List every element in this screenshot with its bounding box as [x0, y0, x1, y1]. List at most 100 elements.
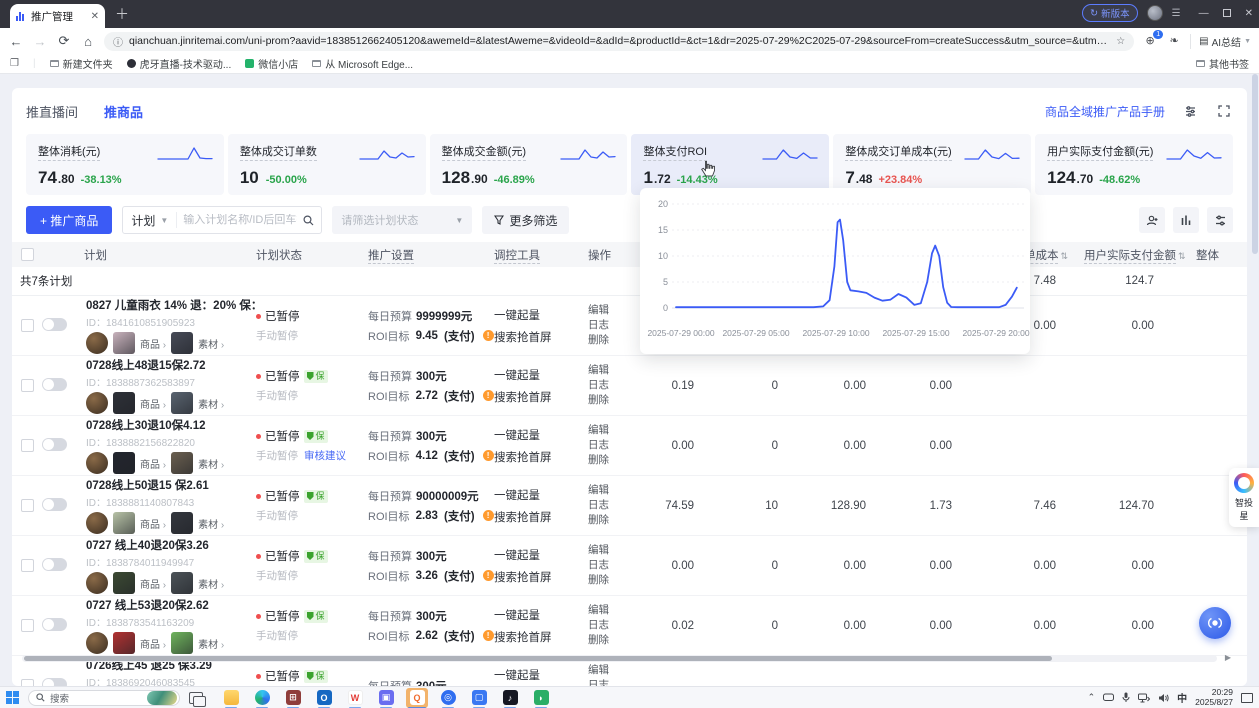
bookmark-item[interactable]: 新建文件夹 — [50, 56, 113, 71]
vscroll-thumb[interactable] — [1252, 74, 1258, 254]
forward-icon[interactable]: → — [32, 34, 48, 49]
volume-icon[interactable] — [1158, 693, 1169, 703]
warning-info-icon[interactable]: ! — [483, 570, 494, 581]
new-tab-button[interactable]: ＋ — [115, 4, 129, 24]
close-button[interactable]: ✕ — [1245, 8, 1253, 19]
manual-link[interactable]: 商品全域推广产品手册 — [1045, 103, 1165, 120]
row-checkbox[interactable] — [21, 559, 34, 572]
extension-headset-icon[interactable]: ⊕1 — [1142, 34, 1158, 48]
tab-product[interactable]: 推商品 — [104, 102, 143, 121]
taskbar-search[interactable]: 搜索 — [28, 690, 180, 706]
delete-link[interactable]: 删除 — [588, 393, 638, 408]
delete-link[interactable]: 删除 — [588, 573, 638, 588]
row-checkbox[interactable] — [21, 619, 34, 632]
site-info-icon[interactable]: ⓘ — [113, 34, 123, 49]
material-thumbnail[interactable] — [171, 572, 193, 594]
roi-target-value[interactable]: 4.12 — [416, 450, 438, 462]
row-enable-toggle[interactable] — [42, 498, 67, 511]
warning-info-icon[interactable]: ! — [483, 390, 494, 401]
search-screen-link[interactable]: 搜索抢首屏 — [494, 509, 588, 525]
url-field[interactable]: ⓘ qianchuan.jinritemai.com/uni-prom?aavi… — [104, 32, 1134, 51]
warning-info-icon[interactable]: ! — [483, 630, 494, 641]
weather-widget-image[interactable] — [147, 691, 177, 705]
search-screen-link[interactable]: 搜索抢首屏 — [494, 449, 588, 465]
col-user-paid[interactable]: 用户实际支付金额⇅ — [1084, 247, 1182, 263]
app-outlook[interactable]: O — [313, 688, 335, 708]
product-thumbnail[interactable] — [113, 392, 135, 414]
roi-target-value[interactable]: 2.83 — [416, 510, 438, 522]
daily-budget-value[interactable]: 9999999元 — [416, 308, 472, 324]
back-icon[interactable]: ← — [8, 34, 24, 49]
maximize-button[interactable] — [1223, 9, 1231, 17]
material-link[interactable]: 素材 › — [198, 636, 224, 651]
quick-boost-link[interactable]: 一键起量 — [494, 487, 588, 503]
product-thumbnail[interactable] — [113, 632, 135, 654]
other-bookmarks[interactable]: 其他书签 — [1196, 56, 1249, 71]
product-link[interactable]: 商品 › — [140, 516, 166, 531]
stat-card-user-paid[interactable]: 用户实际支付金额(元) 124.70-48.62% — [1035, 134, 1233, 195]
log-link[interactable]: 日志 — [588, 678, 638, 686]
delete-link[interactable]: 删除 — [588, 333, 638, 348]
log-link[interactable]: 日志 — [588, 438, 638, 453]
stat-card-orders[interactable]: 整体成交订单数 10-50.00% — [228, 134, 426, 195]
material-link[interactable]: 素材 › — [198, 396, 224, 411]
daily-budget-value[interactable]: 90000009元 — [416, 488, 479, 504]
taskbar-clock[interactable]: 20:29 2025/8/27 — [1195, 688, 1233, 707]
row-enable-toggle[interactable] — [42, 378, 67, 391]
row-checkbox[interactable] — [21, 679, 34, 686]
roi-target-value[interactable]: 3.26 — [416, 570, 438, 582]
horizontal-scrollbar[interactable]: ▶ — [22, 655, 1217, 662]
product-link[interactable]: 商品 › — [140, 396, 166, 411]
assistant-widget[interactable]: 智投星 — [1229, 468, 1259, 527]
minimize-button[interactable]: — — [1199, 8, 1209, 19]
search-type-select[interactable]: 计划▼ — [123, 212, 177, 228]
quick-boost-link[interactable]: 一键起量 — [494, 427, 588, 443]
product-thumbnail[interactable] — [113, 452, 135, 474]
roi-target-value[interactable]: 2.62 — [416, 630, 438, 642]
material-thumbnail[interactable] — [171, 452, 193, 474]
extension-bird-icon[interactable]: ❧ — [1166, 34, 1182, 48]
daily-budget-value[interactable]: 300元 — [416, 608, 447, 624]
quick-boost-link[interactable]: 一键起量 — [494, 547, 588, 563]
column-settings-icon[interactable] — [1207, 207, 1233, 233]
warning-info-icon[interactable]: ! — [483, 450, 494, 461]
promote-product-button[interactable]: + 推广商品 — [26, 206, 112, 234]
search-screen-link[interactable]: 搜索抢首屏 — [494, 629, 588, 645]
quick-boost-link[interactable]: 一键起量 — [494, 667, 588, 683]
microphone-icon[interactable] — [1122, 692, 1130, 703]
browser-menu-icon[interactable]: ☰ — [1172, 8, 1182, 19]
plan-title[interactable]: 0727 线上53退20保2.62 — [86, 597, 256, 613]
home-icon[interactable]: ⌂ — [80, 34, 96, 49]
custom-audience-icon[interactable] — [1139, 207, 1165, 233]
delete-link[interactable]: 删除 — [588, 453, 638, 468]
app-file-explorer[interactable] — [220, 688, 242, 708]
chart-columns-icon[interactable] — [1173, 207, 1199, 233]
touchpad-icon[interactable] — [1103, 693, 1114, 702]
quick-boost-link[interactable]: 一键起量 — [494, 307, 588, 323]
material-link[interactable]: 素材 › — [198, 336, 224, 351]
warning-info-icon[interactable]: ! — [483, 510, 494, 521]
material-thumbnail[interactable] — [171, 512, 193, 534]
edit-link[interactable]: 编辑 — [588, 603, 638, 618]
product-link[interactable]: 商品 › — [140, 636, 166, 651]
row-checkbox[interactable] — [21, 439, 34, 452]
delete-link[interactable]: 删除 — [588, 513, 638, 528]
search-screen-link[interactable]: 搜索抢首屏 — [494, 329, 588, 345]
daily-budget-value[interactable]: 300元 — [416, 678, 447, 687]
product-link[interactable]: 商品 › — [140, 456, 166, 471]
fullscreen-icon[interactable] — [1215, 102, 1233, 120]
app-douyin[interactable]: ♪ — [499, 688, 521, 708]
ai-summary-button[interactable]: ▤ AI总结 ▼ — [1190, 34, 1251, 49]
product-thumbnail[interactable] — [113, 512, 135, 534]
edit-link[interactable]: 编辑 — [588, 543, 638, 558]
app-qianchuan-active[interactable]: Q — [406, 688, 428, 708]
log-link[interactable]: 日志 — [588, 618, 638, 633]
sort-icon[interactable]: ⇅ — [1060, 251, 1068, 261]
plan-title[interactable]: 0728线上48退15保2.72 — [86, 357, 256, 373]
bookmark-item[interactable]: 从 Microsoft Edge... — [312, 56, 413, 71]
edit-link[interactable]: 编辑 — [588, 363, 638, 378]
delete-link[interactable]: 删除 — [588, 633, 638, 648]
bookmark-item[interactable]: 微信小店 — [245, 56, 298, 71]
network-icon[interactable] — [1138, 693, 1150, 703]
ime-indicator[interactable]: 中 — [1177, 690, 1187, 705]
